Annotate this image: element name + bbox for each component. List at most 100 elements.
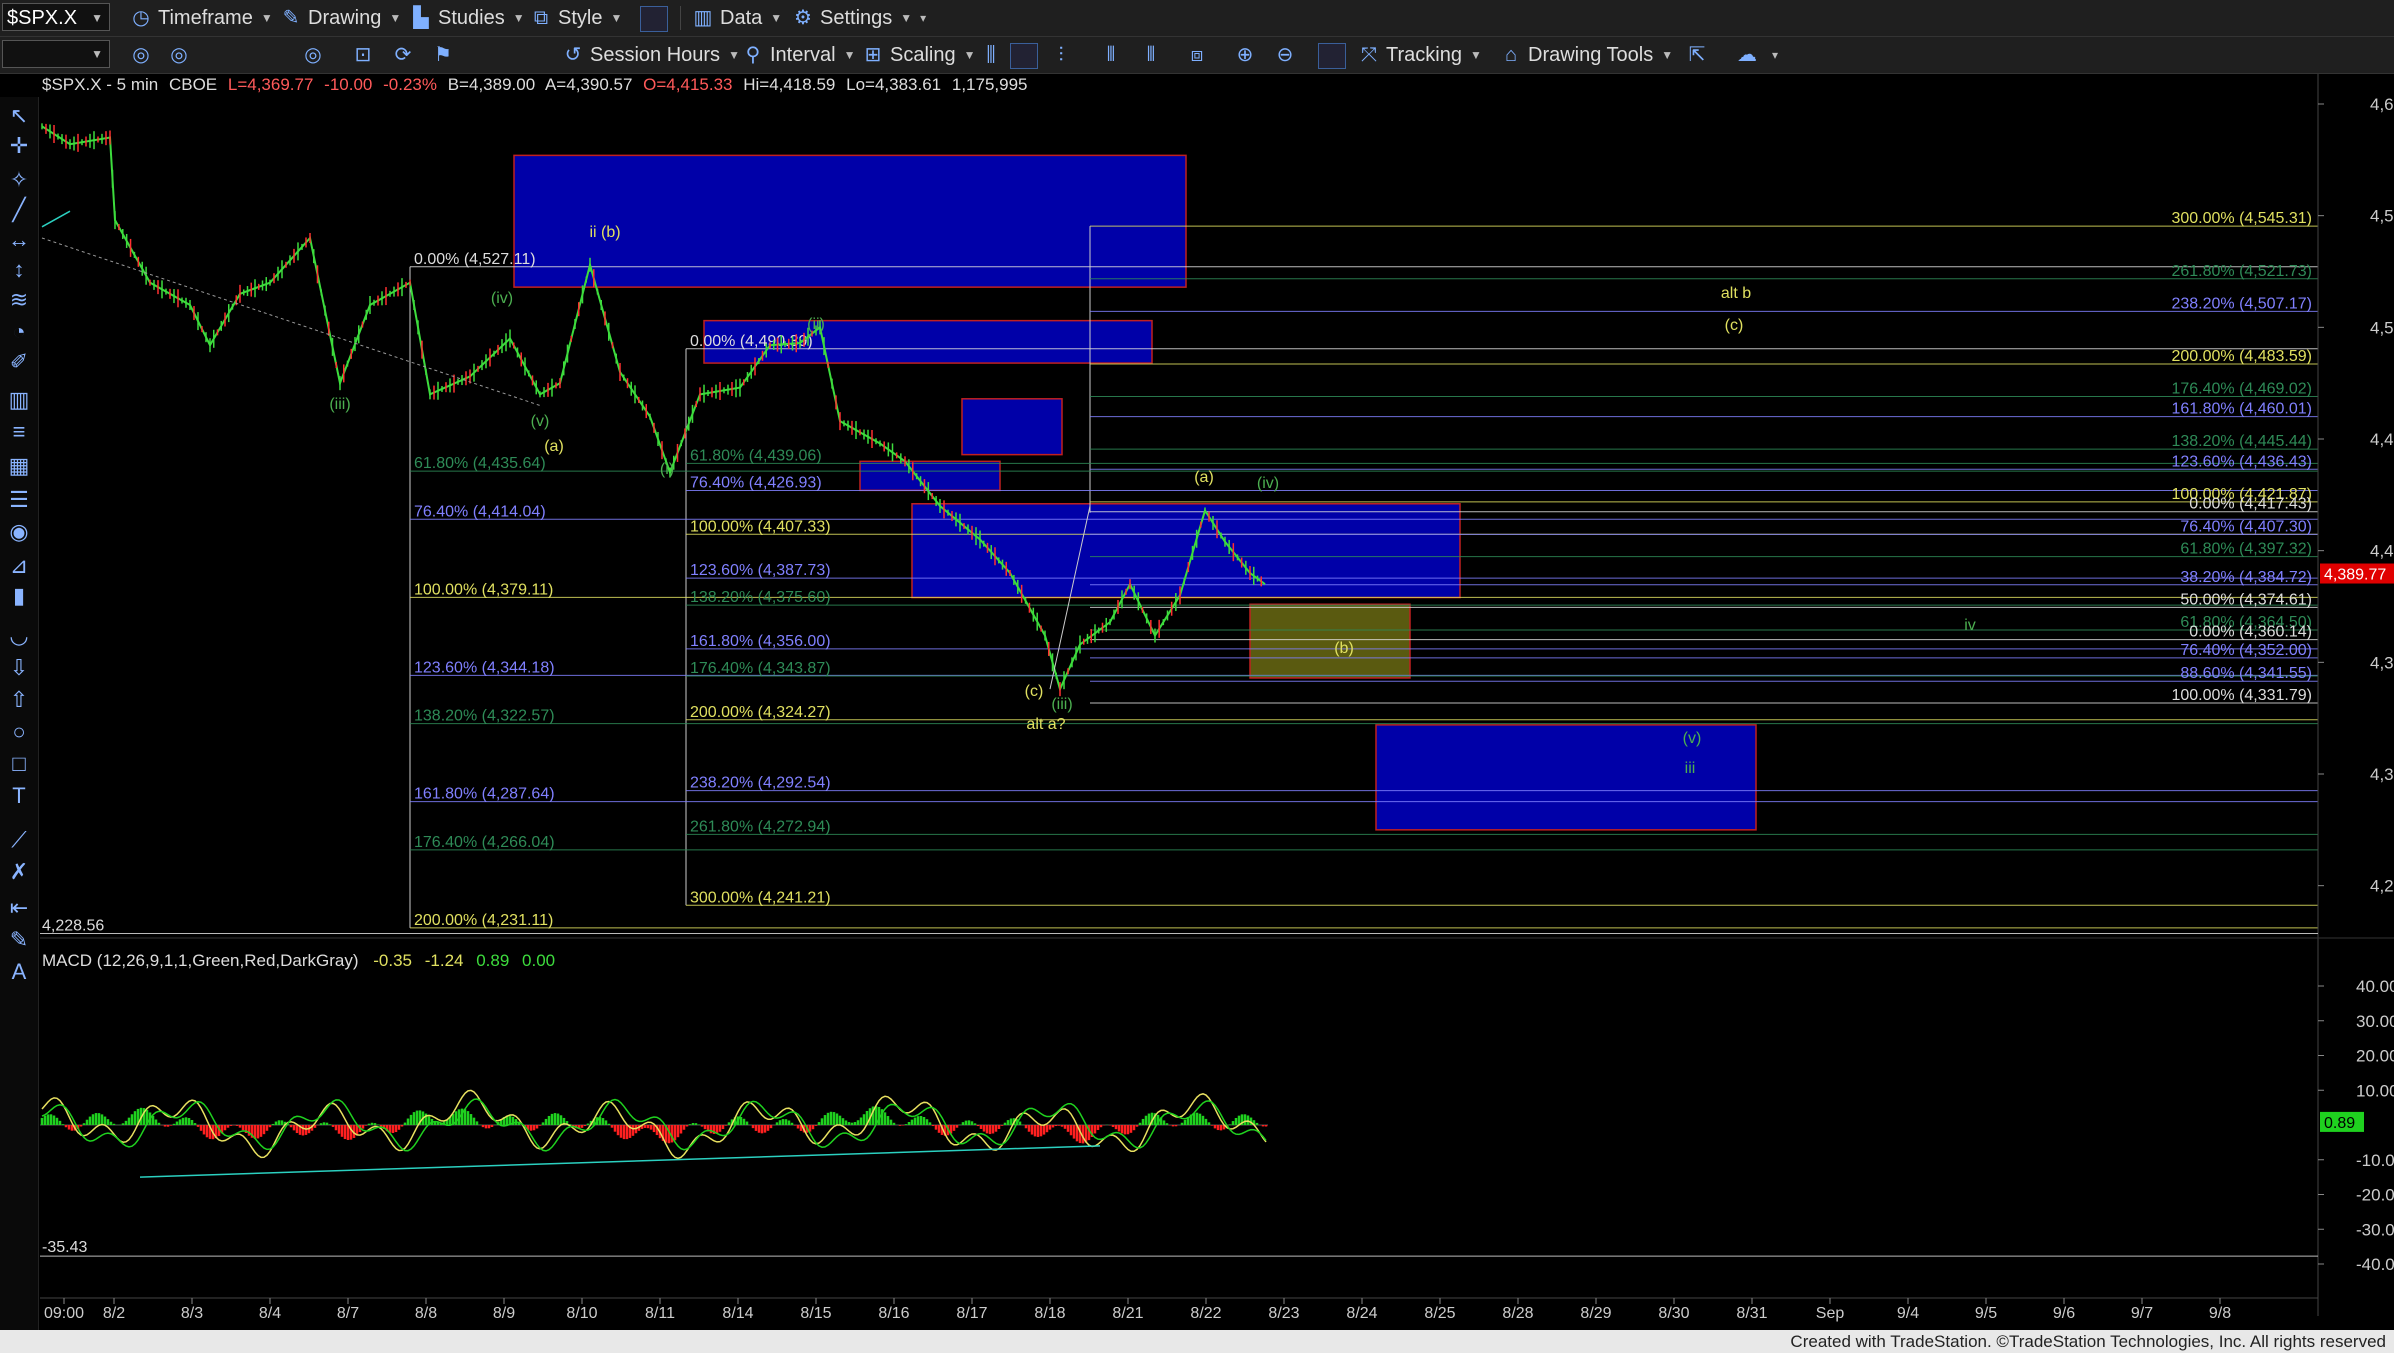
time-tick-label: 09:00 <box>44 1305 84 1322</box>
fib-label: 238.20% (4,292.54) <box>690 775 831 792</box>
macd-label: MACD (12,26,9,1,1,Green,Red,DarkGray) -0… <box>42 951 555 970</box>
macd-tick-label: 40.00 <box>2356 977 2394 996</box>
wave-label: (c) <box>1725 317 1744 334</box>
fib-label: 138.20% (4,445.44) <box>2171 433 2312 450</box>
fib-label: 238.20% (4,507.17) <box>2171 295 2312 312</box>
fib-label: 76.40% (4,414.04) <box>414 503 546 520</box>
macd-tick-label: 30.00 <box>2356 1012 2394 1031</box>
price-tick-label: 4,300.00 <box>2370 765 2394 784</box>
fib-label: 0.00% (4,417.43) <box>2189 496 2312 513</box>
fib-label: 161.80% (4,287.64) <box>414 786 555 803</box>
macd-min-label: -35.43 <box>42 1239 87 1256</box>
fib-label: 138.20% (4,322.57) <box>414 708 555 725</box>
time-tick-label: 8/25 <box>1424 1305 1455 1322</box>
fib-label: 61.80% (4,397.32) <box>2180 541 2312 558</box>
fib-label: 0.00% (4,527.11) <box>414 251 536 268</box>
price-tick-label: 4,550.00 <box>2370 207 2394 226</box>
wave-label: alt b <box>1721 285 1751 302</box>
macd-current-label: 0.89 <box>2324 1115 2355 1132</box>
time-tick-label: 8/29 <box>1580 1305 1611 1322</box>
fib-label: 161.80% (4,356.00) <box>690 633 831 650</box>
fib-label: 261.80% (4,272.94) <box>690 818 831 835</box>
price-chart[interactable]: 0.00% (4,527.11) 61.80% (4,435.64) 76.40% … <box>0 0 2394 1330</box>
price-tick-label: 4,400.00 <box>2370 542 2394 561</box>
time-tick-label: 8/14 <box>722 1305 753 1322</box>
target-zone-box <box>859 460 1001 492</box>
current-price-label: 4,389.77 <box>2324 567 2386 584</box>
time-tick-label: 8/30 <box>1658 1305 1689 1322</box>
time-tick-label: 8/10 <box>566 1305 597 1322</box>
wave-label: (b) <box>1334 640 1354 657</box>
fib-label: 61.80% (4,439.06) <box>690 447 822 464</box>
wave-label: (c) <box>1025 683 1044 700</box>
time-tick-label: 8/22 <box>1190 1305 1221 1322</box>
target-zone-box <box>961 398 1063 456</box>
price-tick-label: 4,350.00 <box>2370 653 2394 672</box>
wave-label: (iv) <box>1257 475 1279 492</box>
time-tick-label: 8/28 <box>1502 1305 1533 1322</box>
fib-label: 76.40% (4,352.00) <box>2180 642 2312 659</box>
time-tick-label: 8/4 <box>259 1305 281 1322</box>
time-tick-label: 8/18 <box>1034 1305 1065 1322</box>
low-marker-label: 4,228.56 <box>42 918 104 935</box>
time-tick-label: 8/7 <box>337 1305 359 1322</box>
time-tick-label: 8/8 <box>415 1305 437 1322</box>
wave-label: alt a? <box>1026 716 1065 733</box>
macd-tick-label: -30.00 <box>2356 1220 2394 1239</box>
wave-label: (v) <box>531 413 550 430</box>
macd-tick-label: -10.00 <box>2356 1151 2394 1170</box>
time-tick-label: 9/8 <box>2209 1305 2231 1322</box>
time-tick-label: 8/15 <box>800 1305 831 1322</box>
target-zone-box <box>911 503 1461 599</box>
price-tick-label: 4,450.00 <box>2370 430 2394 449</box>
fib-label: 50.00% (4,374.61) <box>2180 591 2312 608</box>
macd-tick-label: -40.00 <box>2356 1255 2394 1274</box>
fib-label: 200.00% (4,483.59) <box>2171 348 2312 365</box>
fib-label: 0.00% (4,490.39) <box>690 333 813 350</box>
time-tick-label: Sep <box>1816 1305 1845 1322</box>
time-tick-label: 8/24 <box>1346 1305 1377 1322</box>
header-quote: $SPX.X - 5 min CBOE L=4,369.77 -10.00 -0… <box>42 75 1028 94</box>
time-tick-label: 8/2 <box>103 1305 125 1322</box>
target-zone-box <box>513 154 1187 288</box>
time-tick-label: 8/16 <box>878 1305 909 1322</box>
footer: Created with TradeStation. ©TradeStation… <box>0 1330 2394 1353</box>
fib-label: 123.60% (4,387.73) <box>690 562 831 579</box>
time-tick-label: 9/7 <box>2131 1305 2153 1322</box>
target-zone-box <box>1249 603 1411 679</box>
wave-label: (i) <box>660 461 674 478</box>
fib-label: 123.60% (4,436.43) <box>2171 453 2312 470</box>
price-tick-label: 4,250.00 <box>2370 877 2394 896</box>
fib-label: 300.00% (4,241.21) <box>690 889 831 906</box>
time-tick-label: 8/31 <box>1736 1305 1767 1322</box>
fib-label: 76.40% (4,407.30) <box>2180 518 2312 535</box>
time-tick-label: 8/21 <box>1112 1305 1143 1322</box>
fib-label: 38.20% (4,384.72) <box>2180 569 2312 586</box>
time-tick-label: 9/4 <box>1897 1305 1919 1322</box>
wave-label: (iii) <box>329 396 350 413</box>
fib-label: 200.00% (4,324.27) <box>690 704 831 721</box>
macd-tick-label: -20.00 <box>2356 1186 2394 1205</box>
macd-tick-label: 20.00 <box>2356 1047 2394 1066</box>
wave-label: (ii) <box>807 316 825 333</box>
macd-tick-label: 10.00 <box>2356 1081 2394 1100</box>
fib-label: 123.60% (4,344.18) <box>414 659 555 676</box>
fib-label: 100.00% (4,331.79) <box>2171 687 2312 704</box>
wave-label: (v) <box>1683 730 1702 747</box>
fib-label: 161.80% (4,460.01) <box>2171 401 2312 418</box>
fib-label: 176.40% (4,469.02) <box>2171 381 2312 398</box>
wave-label: (iv) <box>491 290 513 307</box>
fib-label: 100.00% (4,379.11) <box>414 581 553 598</box>
time-tick-label: 8/9 <box>493 1305 515 1322</box>
fib-label: 138.20% (4,375.60) <box>690 589 831 606</box>
wave-label: iii <box>1685 760 1696 777</box>
fib-label: 0.00% (4,360.14) <box>2189 624 2312 641</box>
fib-label: 176.40% (4,343.87) <box>690 660 831 677</box>
fib-label: 61.80% (4,435.64) <box>414 455 546 472</box>
wave-label: ii (b) <box>589 224 620 241</box>
price-tick-label: 4,500.00 <box>2370 318 2394 337</box>
fib-label: 261.80% (4,521.73) <box>2171 263 2312 280</box>
fib-label: 76.40% (4,426.93) <box>690 475 822 492</box>
fib-label: 200.00% (4,231.11) <box>414 912 553 929</box>
time-tick-label: 8/3 <box>181 1305 203 1322</box>
